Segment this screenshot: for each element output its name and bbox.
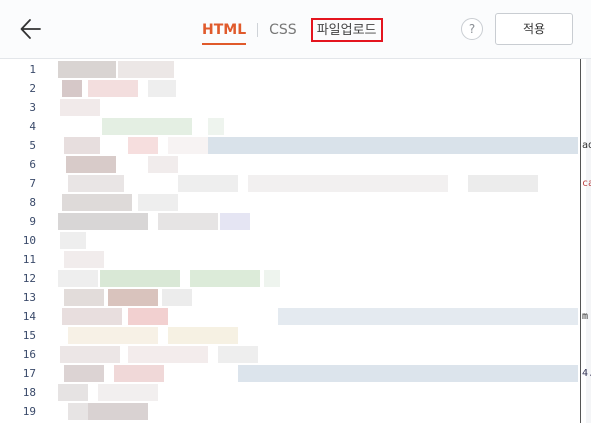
- obscured-code-block: [128, 137, 158, 154]
- obscured-code-block: [88, 80, 138, 97]
- obscured-code-block: [68, 175, 124, 192]
- obscured-code-block: [68, 327, 158, 344]
- line-number: 14: [22, 310, 36, 323]
- line-number: 8: [29, 196, 36, 209]
- obscured-code-block: [468, 175, 538, 192]
- obscured-code-block: [60, 232, 86, 249]
- code-editor[interactable]: 12345678910111213141516171819 adcam4.: [0, 59, 591, 423]
- obscured-code-block: [64, 365, 104, 382]
- obscured-code-block: [238, 365, 578, 382]
- obscured-code-block: [100, 270, 180, 287]
- obscured-code-block: [208, 118, 224, 135]
- obscured-code-block: [128, 346, 208, 363]
- obscured-code-block: [162, 289, 192, 306]
- obscured-code-block: [58, 213, 148, 230]
- edge-code-fragment: m: [582, 311, 589, 322]
- obscured-code-block: [178, 175, 238, 192]
- tab-html[interactable]: HTML: [202, 18, 247, 45]
- obscured-code-block: [62, 194, 132, 211]
- back-button[interactable]: [18, 16, 44, 42]
- line-number: 2: [29, 82, 36, 95]
- obscured-code-block: [58, 384, 88, 401]
- tab-css[interactable]: CSS: [269, 18, 297, 42]
- line-number: 16: [22, 348, 36, 361]
- obscured-code-block: [218, 346, 258, 363]
- obscured-code-block: [190, 270, 260, 287]
- obscured-code-block: [220, 213, 250, 230]
- line-number: 5: [29, 139, 36, 152]
- line-number: 17: [22, 367, 36, 380]
- apply-button[interactable]: 적용: [495, 13, 573, 45]
- line-number: 19: [22, 405, 36, 418]
- tab-file-upload[interactable]: 파일업로드: [310, 18, 383, 42]
- obscured-code-block: [264, 270, 280, 287]
- obscured-code-block: [158, 213, 218, 230]
- tab-divider: [257, 23, 259, 37]
- obscured-code-block: [208, 137, 578, 154]
- obscured-code-block: [114, 365, 164, 382]
- edge-code-fragment: ca: [582, 178, 591, 189]
- tab-bar: HTML CSS 파일업로드: [202, 18, 383, 45]
- obscured-code-block: [60, 346, 120, 363]
- obscured-code-block: [138, 194, 178, 211]
- arrow-left-icon: [20, 19, 41, 39]
- obscured-code-block: [62, 308, 122, 325]
- line-number: 4: [29, 120, 36, 133]
- obscured-code-block: [148, 80, 176, 97]
- obscured-code-block: [60, 99, 100, 116]
- obscured-code-block: [248, 175, 448, 192]
- obscured-code-block: [88, 403, 148, 420]
- line-number: 13: [22, 291, 36, 304]
- obscured-code-block: [108, 289, 158, 306]
- line-number: 7: [29, 177, 36, 190]
- obscured-code-block: [168, 137, 208, 154]
- obscured-code-block: [278, 308, 578, 325]
- line-number: 11: [22, 253, 36, 266]
- editor-header: HTML CSS 파일업로드 ? 적용: [0, 0, 591, 59]
- obscured-code-block: [68, 403, 88, 420]
- print-margin-line: [580, 59, 581, 423]
- edge-code-fragment: ad: [582, 140, 591, 151]
- line-number: 10: [22, 234, 36, 247]
- line-number: 6: [29, 158, 36, 171]
- obscured-code-block: [58, 61, 116, 78]
- help-button[interactable]: ?: [461, 18, 483, 40]
- obscured-code-block: [64, 137, 100, 154]
- obscured-code-block: [58, 270, 98, 287]
- line-number: 3: [29, 101, 36, 114]
- code-content-area[interactable]: [58, 59, 580, 423]
- obscured-code-block: [66, 156, 116, 173]
- obscured-code-block: [102, 118, 192, 135]
- obscured-code-block: [98, 384, 158, 401]
- obscured-code-block: [64, 289, 104, 306]
- line-number: 18: [22, 386, 36, 399]
- line-number-gutter: 1 2 3 4 5 6 7 8 9 10 11 12 13 14 15 16 17 18 19: [0, 59, 56, 423]
- edge-code-fragment: 4.: [582, 368, 591, 379]
- line-number: 1: [29, 63, 36, 76]
- obscured-code-block: [128, 308, 168, 325]
- line-number: 9: [29, 215, 36, 228]
- obscured-code-block: [168, 327, 238, 344]
- obscured-code-block: [64, 251, 104, 268]
- line-number: 12: [22, 272, 36, 285]
- obscured-code-block: [118, 61, 174, 78]
- obscured-code-block: [62, 80, 82, 97]
- line-number: 15: [22, 329, 36, 342]
- obscured-code-block: [148, 156, 178, 173]
